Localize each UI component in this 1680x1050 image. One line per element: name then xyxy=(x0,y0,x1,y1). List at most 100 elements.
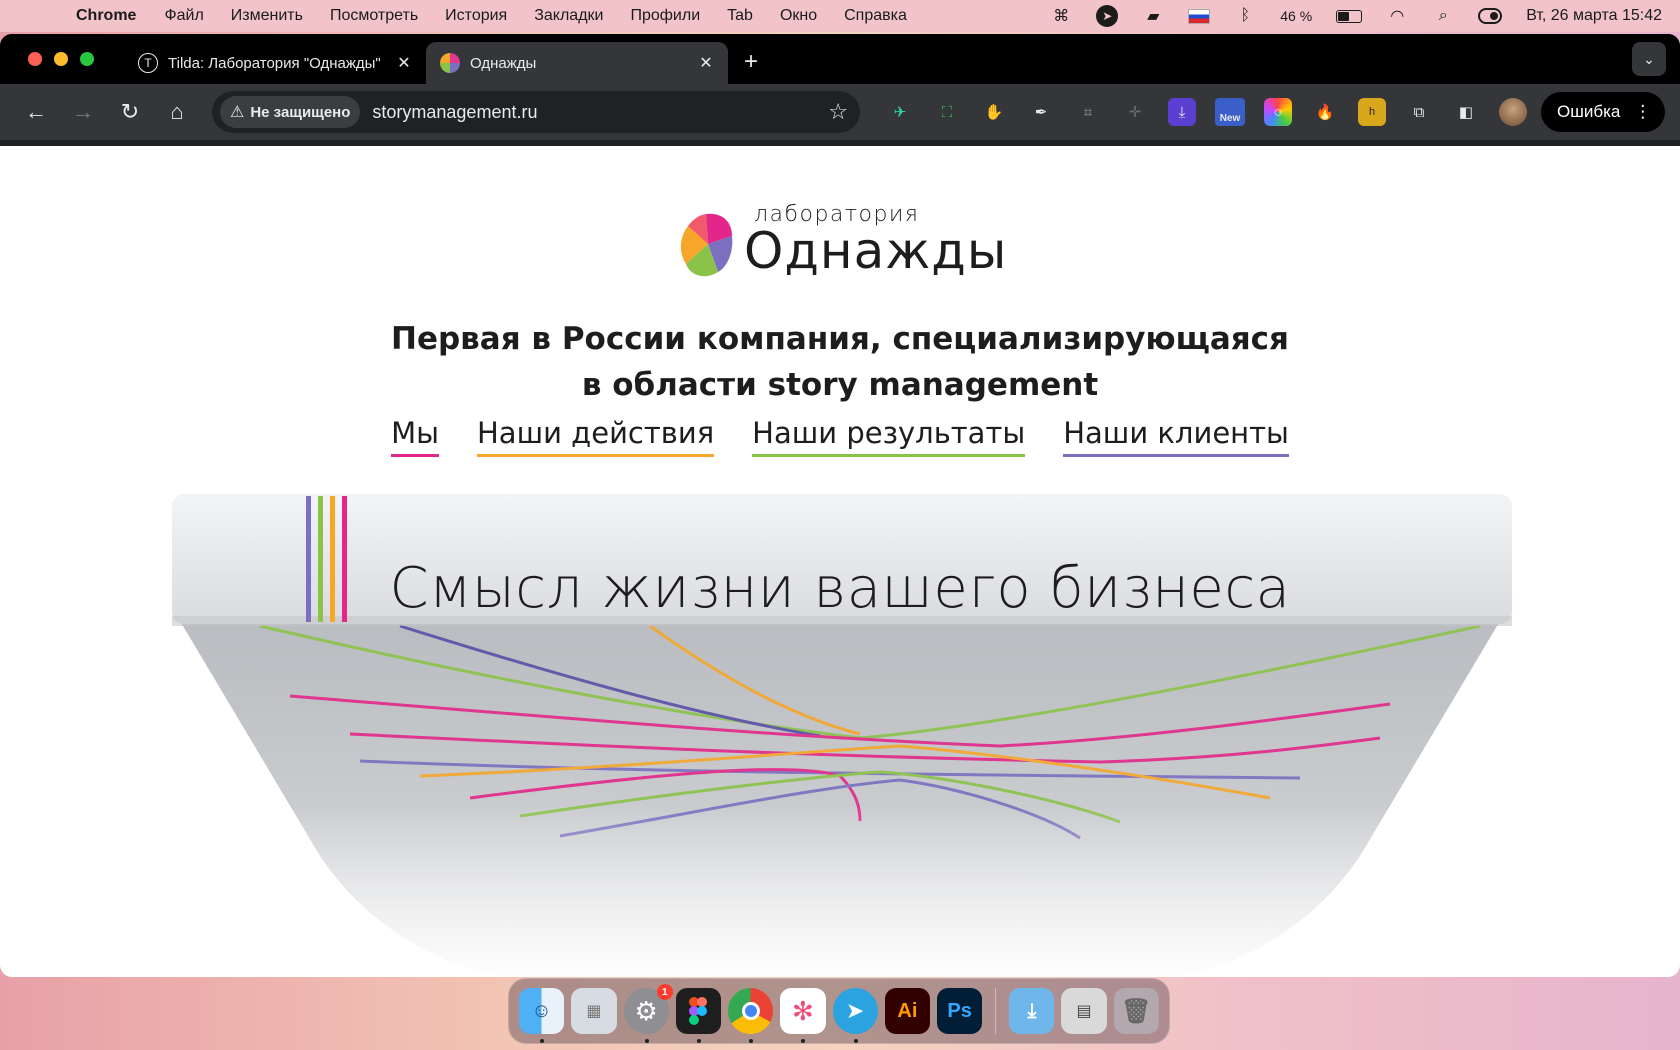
new-extension-icon[interactable]: New xyxy=(1215,98,1245,126)
headline-line-1: Первая в России компания, специализирующ… xyxy=(391,321,1289,357)
site-logo[interactable]: лаборатория Однажды xyxy=(676,202,1016,282)
yellow-extension-icon[interactable]: h xyxy=(1358,98,1386,126)
pen-extension-icon[interactable]: ✒ xyxy=(1027,98,1055,126)
url-text[interactable]: storymanagement.ru xyxy=(372,102,828,123)
menu-file[interactable]: Файл xyxy=(164,7,203,25)
figma-logo-icon xyxy=(689,997,708,1025)
kebab-menu-icon[interactable]: ⋮ xyxy=(1634,102,1651,122)
side-panel-icon[interactable]: ◧ xyxy=(1452,98,1480,126)
battery-icon[interactable] xyxy=(1336,9,1363,23)
reload-button[interactable]: ↻ xyxy=(110,92,150,132)
pinwheel-app-icon[interactable]: ✻ xyxy=(780,988,826,1043)
downloads-folder-icon[interactable]: ⤓ xyxy=(1009,988,1055,1034)
bookmark-star-icon[interactable]: ☆ xyxy=(828,99,848,125)
russian-flag-input-icon[interactable] xyxy=(1188,8,1211,24)
screenshot-extension-icon[interactable]: ⛶ xyxy=(933,98,961,126)
menu-app-name[interactable]: Chrome xyxy=(76,7,136,25)
menu-edit[interactable]: Изменить xyxy=(231,7,303,25)
logo-title: Однажды xyxy=(744,222,1008,280)
web-page: лаборатория Однажды Первая в России комп… xyxy=(0,146,1680,977)
nav-link-results[interactable]: Наши результаты xyxy=(752,416,1026,457)
headline-line-2: в области story management xyxy=(581,367,1099,403)
close-window-button[interactable] xyxy=(28,52,42,66)
illustrator-icon[interactable]: Ai xyxy=(884,988,930,1034)
telegram-icon[interactable]: ➤ xyxy=(832,988,878,1043)
wifi-icon[interactable]: ◠ xyxy=(1386,7,1408,25)
extensions-row: ✈ ⛶ ✋ ✒ ⌗ ✛ ⤓ New ○ 🔥 h ⧉ ◧ xyxy=(886,98,1527,126)
notification-status-icon[interactable]: ▰ xyxy=(1142,7,1164,25)
nav-link-us[interactable]: Мы xyxy=(391,416,439,457)
back-button[interactable]: ← xyxy=(16,92,56,132)
menubar-clock[interactable]: Вт, 26 марта 15:42 xyxy=(1526,7,1662,25)
bluetooth-icon[interactable]: ᛒ xyxy=(1234,7,1256,25)
fire-extension-icon[interactable]: 🔥 xyxy=(1311,98,1339,126)
menu-bookmarks[interactable]: Закладки xyxy=(534,7,603,25)
launchpad-icon[interactable]: ▦ xyxy=(571,988,617,1034)
home-button[interactable]: ⌂ xyxy=(157,92,197,132)
profile-avatar[interactable] xyxy=(1499,98,1527,126)
crop-extension-icon[interactable]: ⌗ xyxy=(1074,98,1102,126)
new-tab-button[interactable]: + xyxy=(744,48,758,76)
nav-link-clients[interactable]: Наши клиенты xyxy=(1063,416,1289,457)
address-bar[interactable]: ⚠ Не защищено storymanagement.ru ☆ xyxy=(212,91,860,133)
tab-once[interactable]: Однажды ✕ xyxy=(426,42,728,84)
hand-extension-icon[interactable]: ✋ xyxy=(980,98,1008,126)
browser-toolbar: ← → ↻ ⌂ ⚠ Не защищено storymanagement.ru… xyxy=(0,84,1680,140)
warning-icon: ⚠ xyxy=(230,104,245,121)
tab-title: Tilda: Лаборатория "Однажды" xyxy=(168,54,381,72)
search-icon[interactable]: ⌕ xyxy=(1432,7,1454,25)
finder-icon[interactable]: ☺ xyxy=(519,988,565,1043)
color-picker-extension-icon[interactable]: ○ xyxy=(1264,98,1292,126)
tab-title: Однажды xyxy=(470,54,537,72)
notification-badge: 1 xyxy=(656,984,673,1000)
close-tab-icon[interactable]: ✕ xyxy=(394,53,414,73)
nav-link-actions[interactable]: Наши действия xyxy=(477,416,715,457)
figma-status-icon[interactable]: ⌘ xyxy=(1050,7,1072,25)
menu-help[interactable]: Справка xyxy=(844,7,907,25)
menu-history[interactable]: История xyxy=(445,7,507,25)
browser-window: T Tilda: Лаборатория "Однажды" ✕ Однажды… xyxy=(0,34,1680,977)
zoom-window-button[interactable] xyxy=(80,52,94,66)
running-indicator xyxy=(853,1039,858,1043)
menubar-status-area: ⌘ ➤ ▰ ᛒ 46 % ◠ ⌕ Вт, 26 марта 15:42 xyxy=(1050,5,1662,27)
system-settings-icon[interactable]: ⚙ 1 xyxy=(623,984,673,1043)
macos-menubar: Chrome Файл Изменить Посмотреть История … xyxy=(0,0,1680,32)
minimize-window-button[interactable] xyxy=(54,52,68,66)
menu-view[interactable]: Посмотреть xyxy=(330,7,418,25)
close-tab-icon[interactable]: ✕ xyxy=(696,53,716,73)
menu-tab[interactable]: Tab xyxy=(727,7,753,25)
hummingbird-extension-icon[interactable]: ✈ xyxy=(886,98,914,126)
profile-error-button[interactable]: Ошибка ⋮ xyxy=(1541,92,1666,132)
puzzle-extensions-icon[interactable]: ⧉ xyxy=(1405,98,1433,126)
photoshop-icon[interactable]: Ps xyxy=(937,988,983,1034)
chrome-center-icon xyxy=(741,1002,760,1020)
site-nav: Мы Наши действия Наши результаты Наши кл… xyxy=(0,416,1680,457)
battery-percent: 46 % xyxy=(1280,8,1313,24)
control-center-icon[interactable] xyxy=(1478,8,1503,24)
tab-tilda[interactable]: T Tilda: Лаборатория "Однажды" ✕ xyxy=(124,42,426,84)
chrome-icon[interactable] xyxy=(728,988,774,1043)
profile-error-label: Ошибка xyxy=(1557,102,1621,121)
running-indicator xyxy=(801,1039,806,1043)
running-indicator xyxy=(696,1039,701,1043)
figma-icon[interactable] xyxy=(675,988,721,1043)
menu-window[interactable]: Окно xyxy=(780,7,817,25)
hero-book-image: Смысл жизни вашего бизнеса xyxy=(0,476,1680,977)
tilda-icon: T xyxy=(138,53,158,73)
trash-icon[interactable]: 🗑 xyxy=(1113,988,1159,1034)
once-logo-icon xyxy=(680,213,733,277)
ruler-extension-icon[interactable]: ✛ xyxy=(1121,98,1149,126)
security-label: Не защищено xyxy=(250,103,351,121)
security-indicator[interactable]: ⚠ Не защищено xyxy=(220,96,361,128)
telegram-status-icon[interactable]: ➤ xyxy=(1096,5,1119,27)
tab-search-button[interactable]: ⌄ xyxy=(1632,42,1666,76)
menu-profiles[interactable]: Профили xyxy=(630,7,700,25)
files-stack-icon[interactable]: ▤ xyxy=(1061,988,1107,1034)
once-logo-icon xyxy=(440,53,460,73)
running-indicator xyxy=(540,1039,544,1043)
window-controls xyxy=(28,52,94,66)
download-extension-icon[interactable]: ⤓ xyxy=(1168,98,1196,126)
tab-strip: T Tilda: Лаборатория "Однажды" ✕ Однажды… xyxy=(0,34,1680,84)
forward-button[interactable]: → xyxy=(63,92,103,132)
book-illustration xyxy=(0,494,1680,977)
